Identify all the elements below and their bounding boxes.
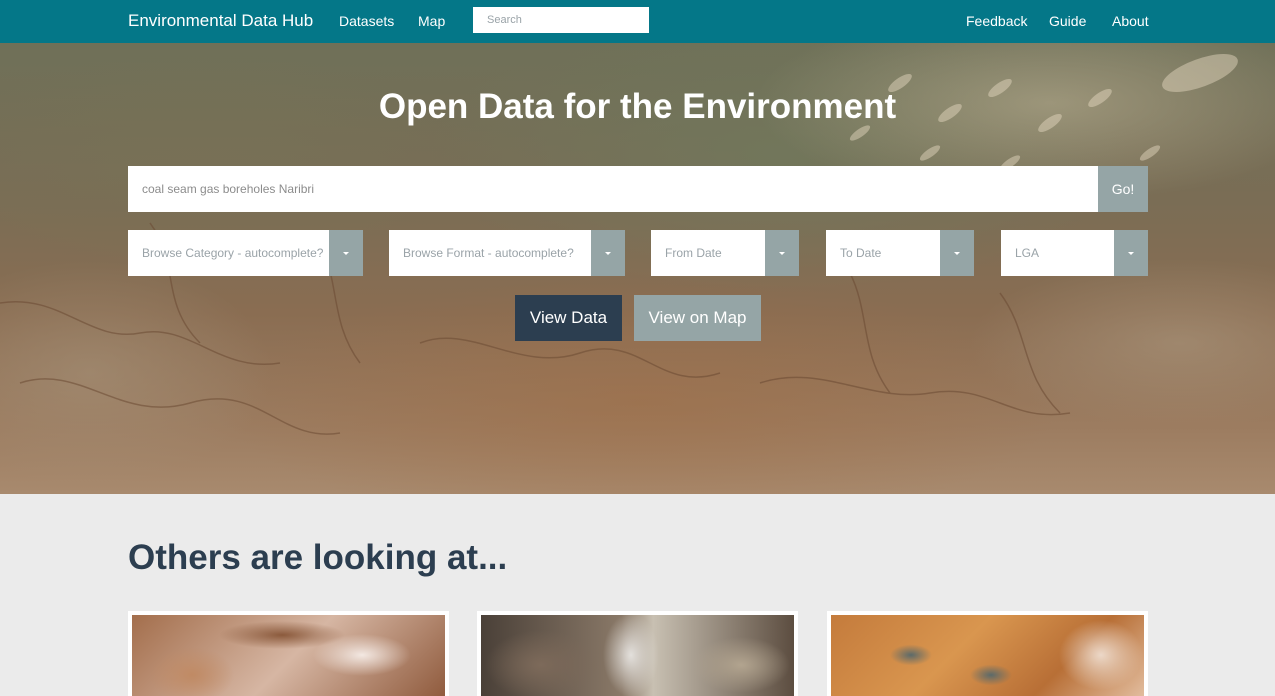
caret-down-icon[interactable] [329, 230, 363, 276]
caret-down-icon[interactable] [940, 230, 974, 276]
category-dropdown[interactable]: Browse Category - autocomplete? [128, 230, 363, 276]
hero-title: Open Data for the Environment [378, 87, 897, 126]
popular-card[interactable] [827, 611, 1148, 696]
nav-guide[interactable]: Guide [1049, 13, 1086, 29]
nav-feedback[interactable]: Feedback [966, 13, 1027, 29]
lga-dropdown[interactable]: LGA [1001, 230, 1148, 276]
category-dropdown-label: Browse Category - autocomplete? [142, 246, 324, 260]
view-data-button[interactable]: View Data [515, 295, 622, 341]
go-button[interactable]: Go! [1098, 166, 1148, 212]
card-thumbnail-image[interactable] [481, 615, 794, 696]
popular-card[interactable] [128, 611, 449, 696]
to-date-dropdown[interactable]: To Date [826, 230, 974, 276]
format-dropdown[interactable]: Browse Format - autocomplete? [389, 230, 625, 276]
lga-label: LGA [1015, 246, 1040, 260]
caret-down-icon[interactable] [1114, 230, 1148, 276]
popular-section-title: Others are looking at... [128, 538, 508, 577]
brand-link[interactable]: Environmental Data Hub [128, 11, 313, 31]
nav-search-input[interactable] [473, 7, 649, 33]
format-dropdown-label: Browse Format - autocomplete? [403, 246, 574, 260]
nav-about[interactable]: About [1112, 13, 1149, 29]
dataset-search-input[interactable] [128, 166, 1098, 212]
view-on-map-button[interactable]: View on Map [634, 295, 761, 341]
nav-map[interactable]: Map [418, 13, 445, 29]
card-thumbnail-image[interactable] [831, 615, 1144, 696]
popular-card[interactable] [477, 611, 798, 696]
nav-datasets[interactable]: Datasets [339, 13, 394, 29]
caret-down-icon[interactable] [765, 230, 799, 276]
caret-down-icon[interactable] [591, 230, 625, 276]
to-date-label: To Date [840, 246, 882, 260]
hero-banner: Open Data for the Environment Go! Browse… [0, 43, 1275, 494]
from-date-label: From Date [665, 246, 722, 260]
top-navbar: Environmental Data Hub Datasets Map Feed… [0, 0, 1275, 43]
from-date-dropdown[interactable]: From Date [651, 230, 799, 276]
card-thumbnail-image[interactable] [132, 615, 445, 696]
